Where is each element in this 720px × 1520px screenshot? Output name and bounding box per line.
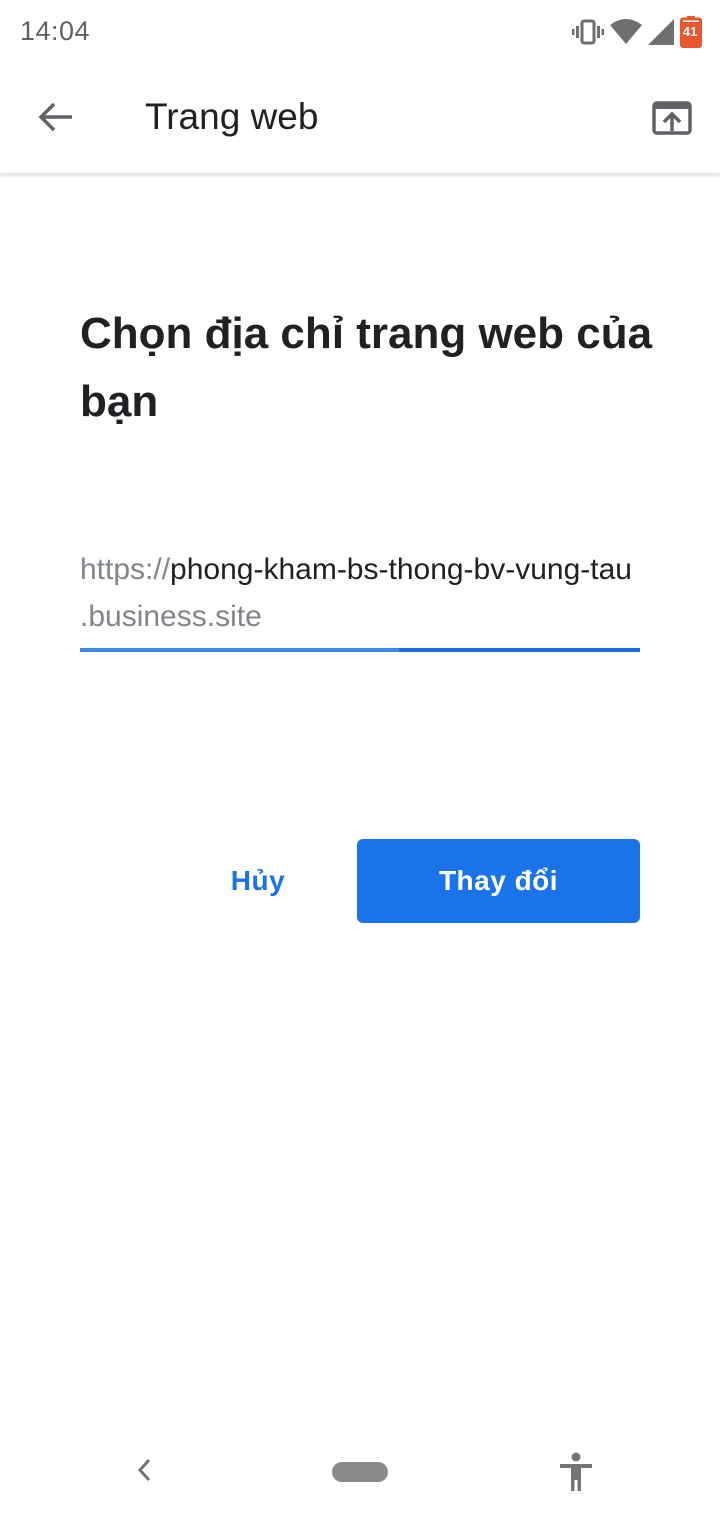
accessibility-icon xyxy=(558,1452,594,1497)
open-in-browser-button[interactable] xyxy=(648,96,696,144)
url-line: https://phong-kham-bs-thong-bv-vung-tau xyxy=(80,550,640,590)
signal-icon xyxy=(648,19,674,45)
choose-address-heading: Chọn địa chỉ trang web của bạn xyxy=(80,309,653,426)
status-time: 14:04 xyxy=(20,16,91,46)
cancel-button[interactable]: Hủy xyxy=(212,840,304,922)
home-pill-icon[interactable] xyxy=(332,1462,388,1482)
page-title: Trang web xyxy=(145,96,319,137)
wifi-icon xyxy=(610,19,642,45)
nav-back-icon xyxy=(135,1456,153,1489)
nav-back-button[interactable] xyxy=(128,1454,160,1490)
url-suffix: .business.site xyxy=(80,600,262,633)
accessibility-button[interactable] xyxy=(556,1452,596,1496)
status-icons: 41 xyxy=(572,14,702,50)
url-input[interactable]: phong-kham-bs-thong-bv-vung-tau xyxy=(170,553,632,586)
website-address-field[interactable]: https://phong-kham-bs-thong-bv-vung-tau … xyxy=(80,545,640,653)
back-button[interactable] xyxy=(28,91,84,147)
battery-level: 41 xyxy=(682,24,698,39)
arrow-back-icon xyxy=(38,101,74,138)
url-field-underline xyxy=(80,648,640,652)
battery-icon: 41 xyxy=(680,16,702,48)
change-button[interactable]: Thay đổi xyxy=(357,839,640,923)
system-nav-bar xyxy=(0,1432,720,1520)
status-bar: 14:04 41 xyxy=(0,0,720,64)
app-bar: Trang web xyxy=(0,64,720,174)
vibrate-icon xyxy=(572,18,604,46)
url-prefix: https:// xyxy=(80,553,171,586)
open-in-browser-icon xyxy=(652,100,692,140)
